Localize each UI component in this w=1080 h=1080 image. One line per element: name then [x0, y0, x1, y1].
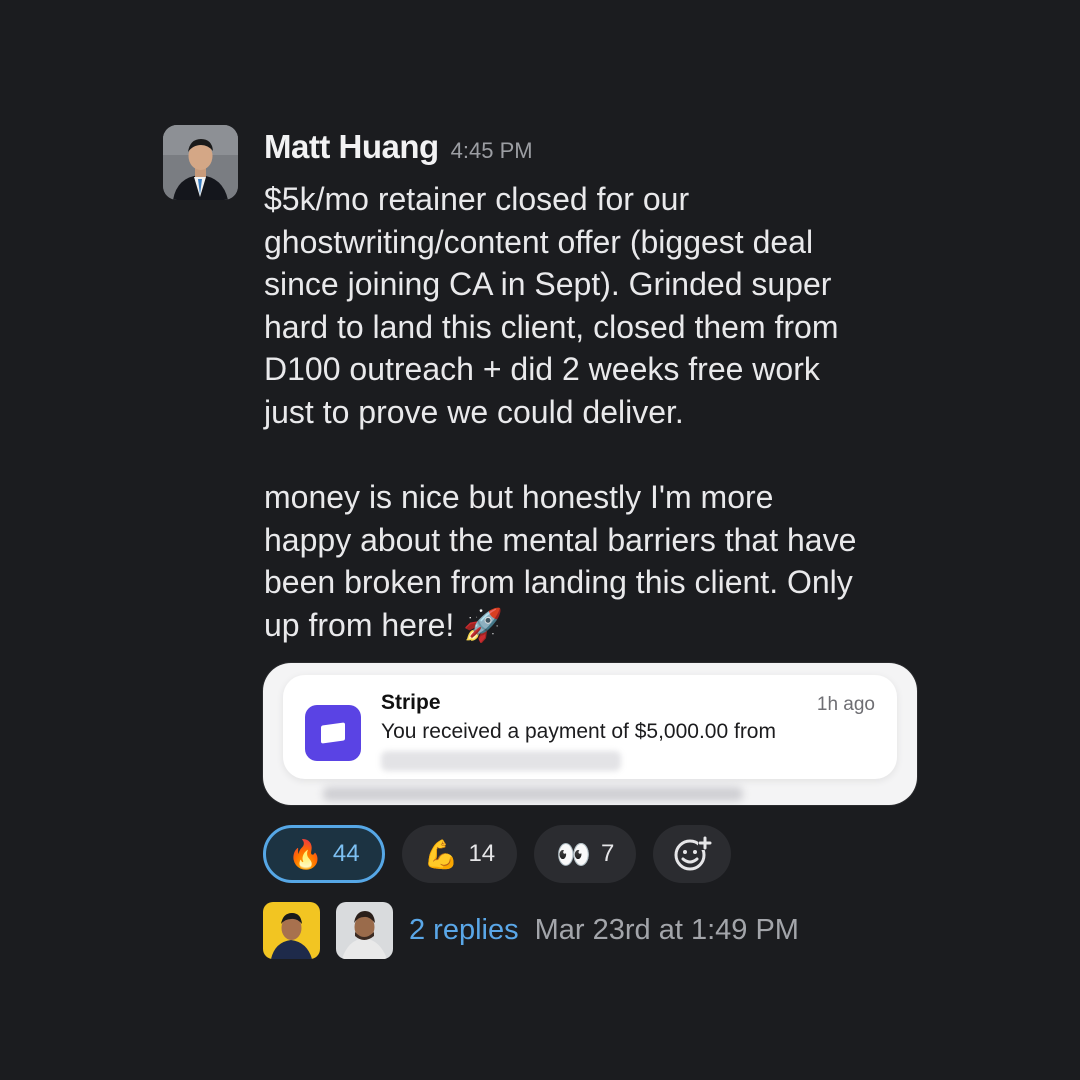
reaction-count: 7 — [601, 840, 615, 867]
add-reaction-icon — [674, 836, 713, 871]
reply-avatar-2[interactable] — [336, 902, 393, 959]
message-header: Matt Huang 4:45 PM — [264, 128, 533, 166]
notification-text: You received a payment of $5,000.00 from — [381, 720, 776, 743]
reaction-count: 14 — [468, 840, 496, 867]
last-reply-date: Mar 23rd at 1:49 PM — [534, 914, 799, 946]
notification-time: 1h ago — [816, 694, 875, 715]
reaction-count: 44 — [332, 840, 360, 867]
reaction-eyes[interactable]: 👀 7 — [534, 825, 637, 883]
muscle-icon: 💪 — [423, 837, 459, 871]
reaction-fire[interactable]: 🔥 44 — [263, 825, 385, 883]
author-avatar[interactable] — [163, 125, 238, 200]
message: Matt Huang 4:45 PM $5k/mo retainer close… — [0, 0, 1080, 1080]
blurred-text — [323, 787, 743, 801]
author-name[interactable]: Matt Huang — [264, 128, 439, 166]
eyes-icon: 👀 — [556, 837, 592, 871]
reply-avatar-1[interactable] — [263, 902, 320, 959]
attachment-image[interactable]: Stripe 1h ago You received a payment of … — [263, 663, 917, 805]
thread-summary[interactable]: 2 replies Mar 23rd at 1:49 PM — [263, 902, 799, 959]
add-reaction-button[interactable] — [653, 825, 732, 883]
reactions-bar: 🔥 44 💪 14 👀 7 — [263, 825, 732, 883]
message-body: $5k/mo retainer closed for our ghostwrit… — [264, 181, 857, 643]
stripe-notification: Stripe 1h ago You received a payment of … — [283, 675, 897, 779]
notification-app-name: Stripe — [381, 691, 441, 714]
replies-link[interactable]: 2 replies — [409, 914, 519, 947]
stripe-logo-icon — [305, 705, 361, 761]
reaction-muscle[interactable]: 💪 14 — [401, 825, 518, 883]
redacted-sender — [381, 751, 621, 771]
message-timestamp[interactable]: 4:45 PM — [451, 138, 533, 164]
fire-icon: 🔥 — [288, 837, 323, 871]
